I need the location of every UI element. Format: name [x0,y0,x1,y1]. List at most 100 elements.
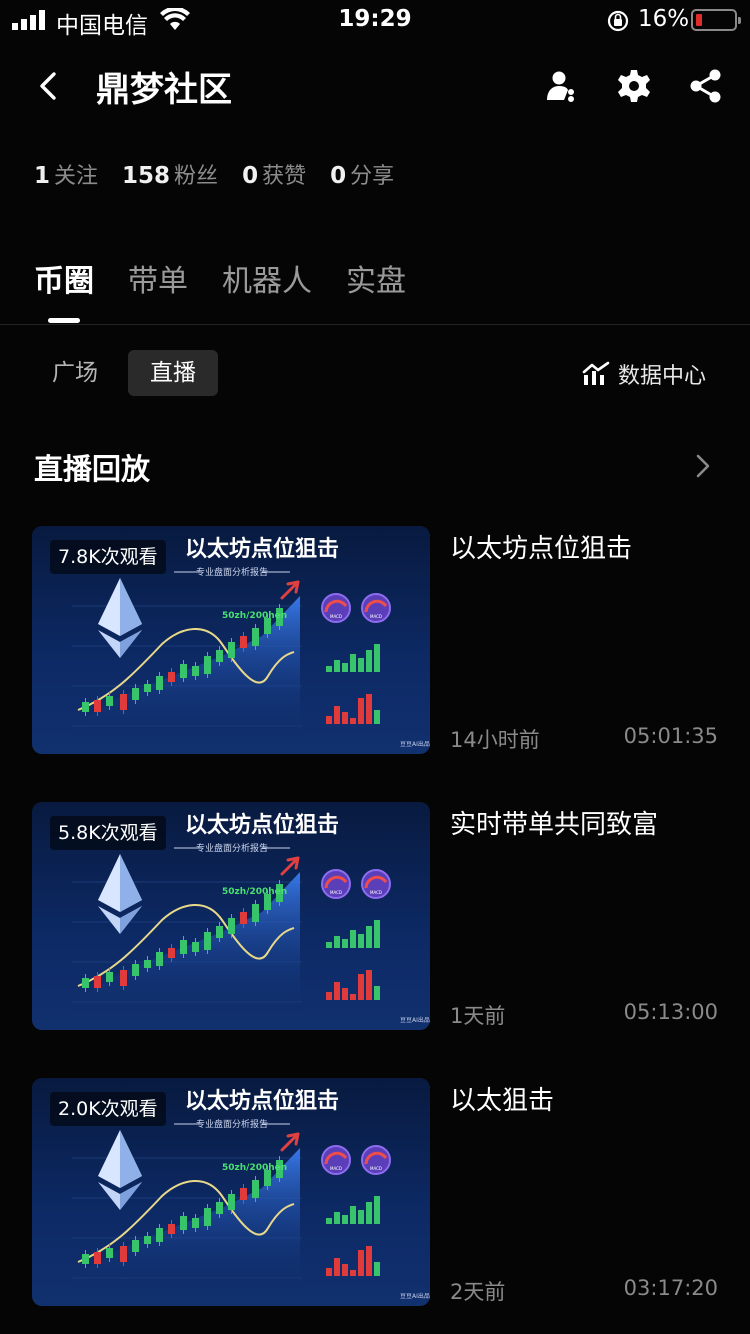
mini-bar [334,660,340,672]
chevron-right-icon[interactable] [694,452,712,480]
svg-text:专业盘面分析报告: 专业盘面分析报告 [196,1118,268,1130]
mini-bar [374,920,380,948]
mini-bar [374,1262,380,1276]
stat-label: 获赞 [262,164,307,189]
stat-label: 关注 [54,164,99,189]
video-thumbnail[interactable]: 以太坊点位狙击 专业盘面分析报告 50zh/200hen MACD MACD 豆… [32,802,430,1030]
back-icon[interactable] [34,68,64,104]
video-duration: 05:13:00 [623,1000,718,1024]
mini-bar [366,650,372,672]
section-title: 直播回放 [34,452,151,486]
battery-icon [691,9,741,31]
stat-likes[interactable]: 0 获赞 [242,158,306,190]
mini-bar [374,644,380,672]
mini-bar [326,942,332,948]
mini-bar [374,1196,380,1224]
svg-text:豆豆AI出品: 豆豆AI出品 [400,740,430,748]
mini-bar [342,1215,348,1224]
mini-bar [350,718,356,724]
mini-bar [326,1218,332,1224]
mini-bar [358,698,364,724]
mini-bar [326,992,332,1000]
svg-text:豆豆AI出品: 豆豆AI出品 [400,1016,430,1024]
svg-text:MACD: MACD [370,890,382,895]
mini-bar [334,1212,340,1224]
rotation-lock-icon [607,10,629,32]
nav-bar: 鼎梦社区 [0,56,750,116]
svg-text:MACD: MACD [370,1166,382,1171]
user-follow-icon[interactable] [544,68,580,104]
video-time-ago: 1天前 [450,1004,506,1028]
video-time-ago: 14小时前 [450,728,540,752]
mini-bar [350,1270,356,1276]
share-icon[interactable] [688,68,724,104]
video-time-ago: 2天前 [450,1280,506,1304]
video-duration: 03:17:20 [623,1276,718,1300]
tab-robot[interactable]: 机器人 [222,256,312,300]
mini-bar [366,970,372,1000]
svg-text:MACD: MACD [370,614,382,619]
mini-bar [342,988,348,1000]
stat-number: 0 [242,163,259,189]
page-title: 鼎梦社区 [96,70,232,110]
stat-number: 0 [330,163,347,189]
stat-number: 158 [122,163,171,189]
gauge-icons: MACD MACD [321,869,391,899]
video-card[interactable]: 以太坊点位狙击 专业盘面分析报告 50zh/200hen MACD MACD 豆… [32,526,718,756]
mini-bar [350,1206,356,1224]
main-tabs: 币圈 带单 机器人 实盘 [34,256,406,300]
mini-bar [326,666,332,672]
data-center-button[interactable]: 数据中心 [582,358,706,390]
svg-text:50zh/200hen: 50zh/200hen [222,887,287,897]
video-title: 以太狙击 [450,1086,555,1116]
video-thumbnail[interactable]: 以太坊点位狙击 专业盘面分析报告 50zh/200hen MACD MACD 豆… [32,526,430,754]
mini-bar [366,694,372,724]
mini-bar [334,706,340,724]
mini-bar [358,974,364,1000]
mini-bar [366,1246,372,1276]
tab-copy-trade[interactable]: 带单 [128,256,188,300]
stat-followers[interactable]: 158 粉丝 [122,158,218,190]
gear-icon[interactable] [616,68,652,104]
video-title: 实时带单共同致富 [450,810,659,840]
mini-bar [334,936,340,948]
svg-text:以太坊点位狙击: 以太坊点位狙击 [185,536,339,562]
stat-following[interactable]: 1 关注 [34,158,98,190]
mini-bar [342,663,348,672]
mini-bar [350,994,356,1000]
tab-crypto[interactable]: 币圈 [34,256,94,300]
view-count-badge: 2.0K次观看 [50,1092,166,1126]
status-bar: 中国电信 19:29 16% [0,0,750,42]
subtab-live[interactable]: 直播 [128,350,218,396]
mini-bar [358,934,364,948]
mini-bar [358,1250,364,1276]
view-count-badge: 5.8K次观看 [50,816,166,850]
stat-label: 分享 [350,164,395,189]
svg-text:MACD: MACD [330,1166,342,1171]
svg-text:50zh/200hen: 50zh/200hen [222,1163,287,1173]
mini-bar [350,654,356,672]
mini-bar [342,712,348,724]
svg-text:专业盘面分析报告: 专业盘面分析报告 [196,842,268,854]
mini-bar [350,930,356,948]
tab-live-trading[interactable]: 实盘 [346,256,406,300]
divider [0,324,750,325]
mini-bar [366,1202,372,1224]
video-card[interactable]: 以太坊点位狙击 专业盘面分析报告 50zh/200hen MACD MACD 豆… [32,802,718,1032]
mini-bar [374,710,380,724]
subtab-plaza[interactable]: 广场 [30,350,120,396]
video-card[interactable]: 以太坊点位狙击 专业盘面分析报告 50zh/200hen MACD MACD 豆… [32,1078,718,1308]
mini-bar [358,1210,364,1224]
mini-bar [334,1258,340,1276]
chart-icon [582,361,610,385]
mini-bar [334,982,340,1000]
gauge-icons: MACD MACD [321,593,391,623]
video-duration: 05:01:35 [623,724,718,748]
stat-shares[interactable]: 0 分享 [330,158,394,190]
mini-bar [342,1264,348,1276]
stat-number: 1 [34,163,51,189]
mini-bar [358,658,364,672]
mini-bar [374,986,380,1000]
video-thumbnail[interactable]: 以太坊点位狙击 专业盘面分析报告 50zh/200hen MACD MACD 豆… [32,1078,430,1306]
view-count-badge: 7.8K次观看 [50,540,166,574]
